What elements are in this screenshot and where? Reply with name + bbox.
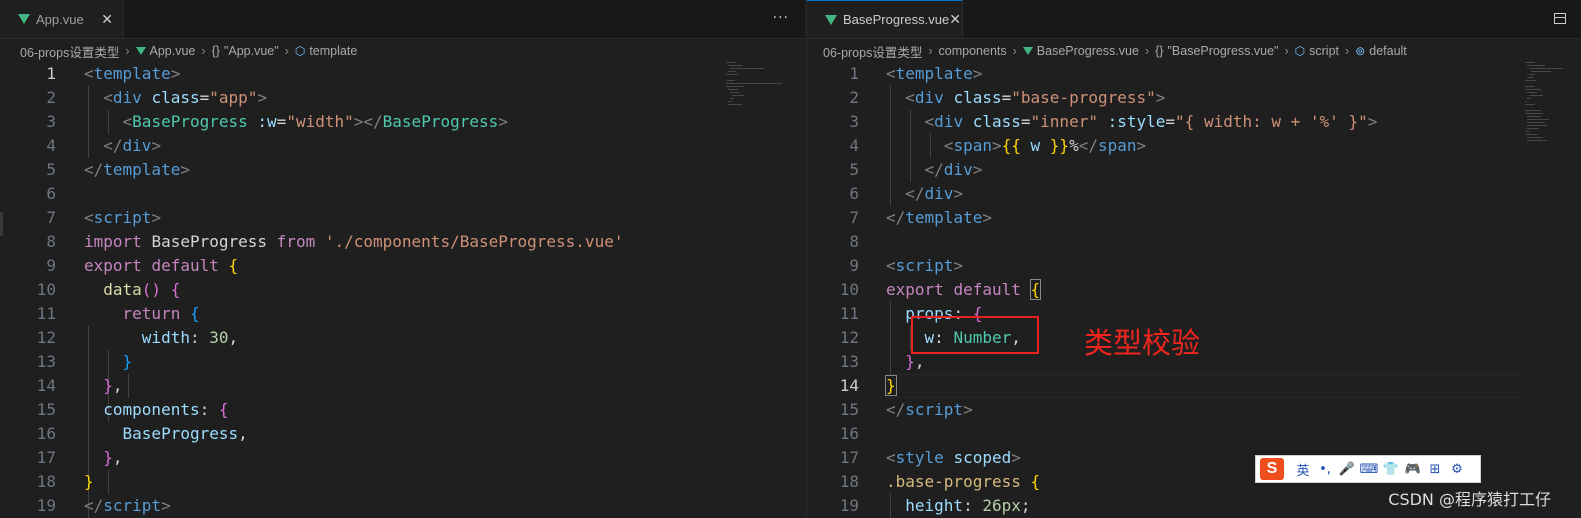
settings-icon[interactable]: ⚙ <box>1446 462 1468 477</box>
code-editor[interactable]: 1 <template> 2 <div class="app"> 3 <BaseP… <box>0 62 805 518</box>
tab-label: App.vue <box>36 11 84 27</box>
chevron-right-icon: › <box>201 44 206 58</box>
code-line: 5 </div> <box>849 160 983 179</box>
left-tab-bar: App.vue ✕ ··· <box>0 0 805 39</box>
breadcrumb-folder[interactable]: 06-props设置类型 <box>823 42 922 61</box>
code-line: 6 <box>46 184 56 203</box>
right-tab-bar: BaseProgress.vue ✕ <box>807 0 1581 39</box>
code-line: 7 </template> <box>849 208 992 227</box>
vue-file-icon <box>18 14 30 24</box>
code-line: 4 <span>{{ w }}%</span> <box>849 136 1147 155</box>
chevron-right-icon: › <box>284 44 289 58</box>
breadcrumb-symbol[interactable]: default <box>1369 44 1407 58</box>
code-line: 9 <script> <box>849 256 964 275</box>
tab-label: BaseProgress.vue <box>843 12 950 27</box>
vue-file-icon <box>1022 47 1033 55</box>
ime-toolbar[interactable]: S 英 •, 🎤 ⌨ 👕 🎮 ⊞ ⚙ <box>1255 455 1481 483</box>
vue-file-icon <box>825 14 837 25</box>
breadcrumb-module[interactable]: "App.vue" <box>224 44 279 58</box>
code-line: 1 <template> <box>46 64 181 83</box>
breadcrumb-folder[interactable]: components <box>939 44 1007 58</box>
code-line: 2 <div class="app"> <box>46 88 268 107</box>
keyboard-icon[interactable]: ⌨ <box>1358 462 1380 477</box>
code-line: 10 data() { <box>36 280 181 299</box>
code-line: 19 </script> <box>36 496 171 515</box>
code-line: 7 <script> <box>46 208 162 227</box>
toolbox-icon[interactable]: ⊞ <box>1424 462 1446 477</box>
code-line: 14} <box>839 375 897 396</box>
vue-file-icon <box>135 47 146 55</box>
sogou-logo-icon[interactable]: S <box>1260 458 1284 480</box>
chevron-right-icon: › <box>1144 44 1150 58</box>
braces-icon: {} <box>1155 44 1164 58</box>
code-line: 10 export default { <box>839 279 1042 300</box>
code-line: 15 </script> <box>839 400 973 419</box>
code-line: 11 return { <box>36 304 200 323</box>
chevron-right-icon: › <box>125 44 130 58</box>
punctuation-icon[interactable]: •, <box>1314 462 1336 477</box>
code-line: 1 <template> <box>849 64 983 83</box>
symbol-icon: ⬡ <box>1294 44 1306 58</box>
code-line: 2 <div class="base-progress"> <box>849 88 1166 107</box>
minimap[interactable] <box>1525 60 1581 170</box>
code-line: 6 </div> <box>849 184 964 203</box>
symbol-icon: ⬡ <box>294 44 306 58</box>
chevron-right-icon: › <box>1012 44 1017 58</box>
code-line: 16 BaseProgress, <box>36 424 248 443</box>
code-line: 3 <BaseProgress :w="width"></BaseProgres… <box>46 112 508 131</box>
scroll-indicator <box>0 212 3 236</box>
code-line: 9 export default { <box>46 256 239 275</box>
breadcrumb-folder[interactable]: 06-props设置类型 <box>20 42 119 61</box>
microphone-icon[interactable]: 🎤 <box>1336 462 1358 477</box>
watermark: CSDN @程序猿打工仔 <box>1388 490 1551 509</box>
tab-app-vue[interactable]: App.vue ✕ <box>0 0 124 38</box>
code-line: 4 </div> <box>46 136 162 155</box>
game-icon[interactable]: 🎮 <box>1402 462 1424 477</box>
annotation-text: 类型校验 <box>1084 326 1201 360</box>
close-tab-icon[interactable]: ✕ <box>101 11 113 28</box>
chevron-right-icon: › <box>928 44 933 58</box>
split-editor-icon[interactable] <box>1554 13 1566 24</box>
code-line: 17 }, <box>36 448 123 467</box>
more-actions-icon[interactable]: ··· <box>773 10 789 26</box>
language-toggle[interactable]: 英 <box>1292 460 1314 479</box>
chevron-right-icon: › <box>1284 44 1289 58</box>
right-editor-pane: BaseProgress.vue ✕ 06-props设置类型 › compon… <box>806 0 1581 518</box>
code-line: 13 } <box>36 352 133 371</box>
code-line: 16 <box>839 424 859 443</box>
left-editor-pane: App.vue ✕ ··· 06-props设置类型 › App.vue › {… <box>0 0 805 518</box>
breadcrumb-module[interactable]: "BaseProgress.vue" <box>1167 44 1278 58</box>
code-line: 3 <div class="inner" :style="{ width: w … <box>849 112 1378 131</box>
breadcrumb-symbol[interactable]: template <box>309 44 357 58</box>
code-line: 18} <box>36 472 94 491</box>
code-line: 14 }, <box>36 376 123 395</box>
highlight-box <box>911 316 1039 354</box>
code-editor[interactable]: 1 <template> 2 <div class="base-progress"… <box>807 62 1581 518</box>
breadcrumb-file[interactable]: App.vue <box>150 44 196 58</box>
skin-icon[interactable]: 👕 <box>1380 462 1402 477</box>
variable-icon: ⊚ <box>1355 44 1366 58</box>
code-line: 8 import BaseProgress from './components/… <box>46 232 624 251</box>
code-line: 5 </template> <box>46 160 190 179</box>
code-line: 15 components: { <box>36 400 229 419</box>
breadcrumb-symbol[interactable]: script <box>1309 44 1339 58</box>
breadcrumb-file[interactable]: BaseProgress.vue <box>1037 44 1139 58</box>
minimap[interactable] <box>726 60 786 170</box>
breadcrumb: 06-props设置类型 › components › BaseProgress… <box>807 39 1581 63</box>
code-line: 12 width: 30, <box>36 328 239 347</box>
chevron-right-icon: › <box>1345 44 1350 58</box>
breadcrumb: 06-props设置类型 › App.vue › {} "App.vue" › … <box>0 39 805 63</box>
tab-baseprogress-vue[interactable]: BaseProgress.vue ✕ <box>807 0 963 38</box>
braces-icon: {} <box>211 44 220 58</box>
close-tab-icon[interactable]: ✕ <box>949 11 961 28</box>
editor-window: App.vue ✕ ··· 06-props设置类型 › App.vue › {… <box>0 0 1581 518</box>
code-line: 8 <box>849 232 859 251</box>
